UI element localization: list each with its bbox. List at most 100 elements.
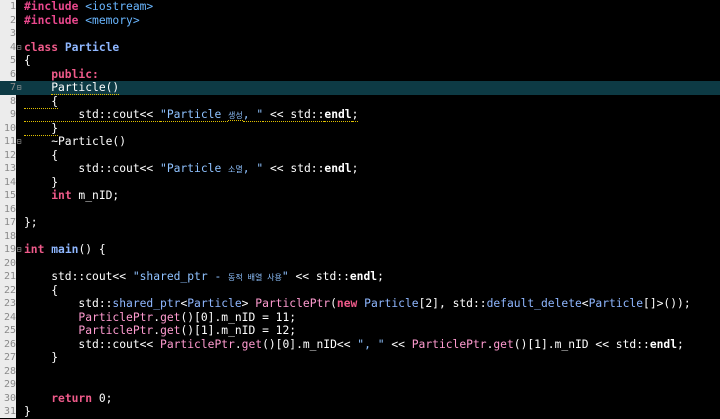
code-line[interactable]: 10 } bbox=[0, 121, 720, 136]
code-token: class bbox=[24, 40, 59, 54]
line-number: 3 bbox=[9, 28, 16, 39]
code-token: << std:: bbox=[263, 162, 325, 175]
code-token: "Particle bbox=[160, 162, 229, 175]
code-line[interactable]: 18 bbox=[0, 230, 720, 244]
code-line[interactable]: 13 std::cout<< "Particle 소멸, " << std::e… bbox=[0, 162, 720, 176]
code-line-current[interactable]: 7 ⊟ Particle() bbox=[0, 81, 720, 95]
line-number: 23 bbox=[3, 298, 16, 309]
code-token: } bbox=[24, 121, 59, 136]
line-number: 10 bbox=[3, 122, 16, 134]
code-token: 동적 배열 사용 bbox=[228, 273, 282, 282]
code-line[interactable]: 22 { bbox=[0, 284, 720, 298]
code-line[interactable]: 28 bbox=[0, 365, 720, 379]
code-text: { bbox=[24, 54, 31, 68]
code-token: } bbox=[24, 405, 31, 418]
line-number: 12 bbox=[3, 149, 16, 161]
code-line[interactable]: 27 } bbox=[0, 351, 720, 365]
line-number: 4 bbox=[9, 41, 16, 53]
code-token: Particle bbox=[58, 40, 120, 54]
code-token: 생성 bbox=[228, 111, 243, 121]
line-number: 30 bbox=[3, 392, 16, 404]
code-line[interactable]: 23 std::shared_ptr<Particle> ParticlePtr… bbox=[0, 297, 720, 311]
code-token: #include bbox=[24, 0, 79, 13]
code-token: << bbox=[384, 337, 412, 351]
line-number: 27 bbox=[3, 352, 16, 363]
code-text: #include <memory> bbox=[24, 14, 140, 28]
code-text: std::shared_ptr<Particle> ParticlePtr(ne… bbox=[24, 297, 690, 311]
code-line[interactable]: 15 int m_nID; bbox=[0, 189, 720, 203]
code-line[interactable]: 25 ParticlePtr.get()[1].m_nID = 12; bbox=[0, 324, 720, 338]
code-token: [2], std:: bbox=[418, 297, 487, 310]
code-line[interactable]: 2 #include <memory> bbox=[0, 14, 720, 28]
code-token: , " bbox=[242, 108, 264, 122]
code-line[interactable]: 11 ⊟ ~Particle() bbox=[0, 135, 720, 149]
line-number: 31 bbox=[3, 406, 16, 417]
code-line[interactable]: 24 ParticlePtr.get()[0].m_nID = 11; bbox=[0, 311, 720, 325]
code-token: <memory> bbox=[78, 13, 140, 27]
code-token: ( bbox=[330, 297, 337, 310]
code-line[interactable]: 3 bbox=[0, 27, 720, 41]
line-number: 11 bbox=[3, 136, 16, 147]
code-editor[interactable]: 1 #include <iostream> 2 #include <memory> 3 4… bbox=[0, 0, 720, 418]
code-line[interactable]: 14 } bbox=[0, 176, 720, 190]
code-token: "Particle bbox=[160, 108, 229, 122]
code-line[interactable]: 9 std::cout<< "Particle 생성, " << std::en… bbox=[0, 108, 720, 122]
code-line[interactable]: 26 std::cout<< ParticlePtr.get()[0].m_nI… bbox=[0, 338, 720, 352]
fold-toggle-icon[interactable]: ⊟ bbox=[16, 135, 22, 149]
code-line[interactable]: 1 #include <iostream> bbox=[0, 0, 720, 14]
code-line[interactable]: 4 ⊟ class Particle bbox=[0, 41, 720, 55]
code-line[interactable]: 30 return 0; bbox=[0, 392, 720, 406]
code-line[interactable]: 17}; bbox=[0, 216, 720, 230]
code-text: } bbox=[24, 121, 59, 136]
code-line[interactable]: 5{ bbox=[0, 54, 720, 68]
code-token: #include bbox=[24, 13, 79, 27]
code-token: { bbox=[24, 148, 59, 162]
code-token: ()[0].m_nID = 11; bbox=[180, 310, 297, 324]
code-token: ParticlePtr bbox=[411, 337, 487, 351]
code-token: int bbox=[51, 189, 72, 202]
code-token: { bbox=[24, 283, 59, 297]
code-line[interactable]: 31} bbox=[0, 405, 720, 419]
code-text: int m_nID; bbox=[24, 189, 119, 203]
code-token: () { bbox=[78, 243, 106, 256]
code-token: << std:: bbox=[263, 108, 325, 122]
code-token: > bbox=[241, 297, 256, 310]
code-line[interactable]: 21 std::cout<< "shared_ptr - 동적 배열 사용" <… bbox=[0, 270, 720, 284]
code-text: ParticlePtr.get()[0].m_nID = 11; bbox=[24, 311, 296, 325]
line-number: 21 bbox=[3, 271, 16, 282]
code-line[interactable]: 20 bbox=[0, 257, 720, 271]
code-token: Particle bbox=[364, 297, 419, 310]
code-text: { bbox=[24, 149, 58, 163]
code-token: m_nID; bbox=[71, 189, 120, 202]
code-text: } bbox=[24, 405, 31, 419]
code-text: } bbox=[24, 351, 58, 365]
line-number: 26 bbox=[3, 338, 16, 350]
fold-toggle-icon[interactable]: ⊟ bbox=[16, 41, 22, 55]
code-text: return 0; bbox=[24, 392, 112, 406]
code-token: { bbox=[24, 94, 59, 109]
code-token: ParticlePtr bbox=[78, 310, 154, 324]
code-text: #include <iostream> bbox=[24, 0, 153, 14]
fold-toggle-icon[interactable]: ⊟ bbox=[16, 81, 22, 95]
code-line[interactable]: 29 bbox=[0, 378, 720, 392]
code-text: std::cout<< "shared_ptr - 동적 배열 사용" << s… bbox=[24, 270, 384, 285]
line-number: 22 bbox=[3, 284, 16, 296]
line-number: 9 bbox=[9, 109, 16, 120]
code-token: , " bbox=[242, 162, 264, 175]
code-line[interactable]: 8 { bbox=[0, 94, 720, 109]
line-number: 20 bbox=[3, 257, 16, 269]
code-token: Particle bbox=[187, 297, 242, 310]
code-token: ()[1].m_nID = 12; bbox=[180, 324, 297, 337]
fold-toggle-icon[interactable]: ⊟ bbox=[16, 243, 22, 257]
code-token: main bbox=[51, 243, 79, 256]
code-token: << std:: bbox=[288, 270, 350, 283]
line-number: 18 bbox=[3, 230, 16, 242]
code-line[interactable]: 19 ⊟ int main() { bbox=[0, 243, 720, 257]
code-line[interactable]: 6 public: bbox=[0, 68, 720, 82]
code-token: ; bbox=[677, 337, 684, 351]
code-text: int main() { bbox=[24, 243, 106, 257]
code-line[interactable]: 12 { bbox=[0, 149, 720, 163]
code-token: std::cout<< bbox=[24, 337, 161, 351]
code-line[interactable]: 16 bbox=[0, 203, 720, 217]
